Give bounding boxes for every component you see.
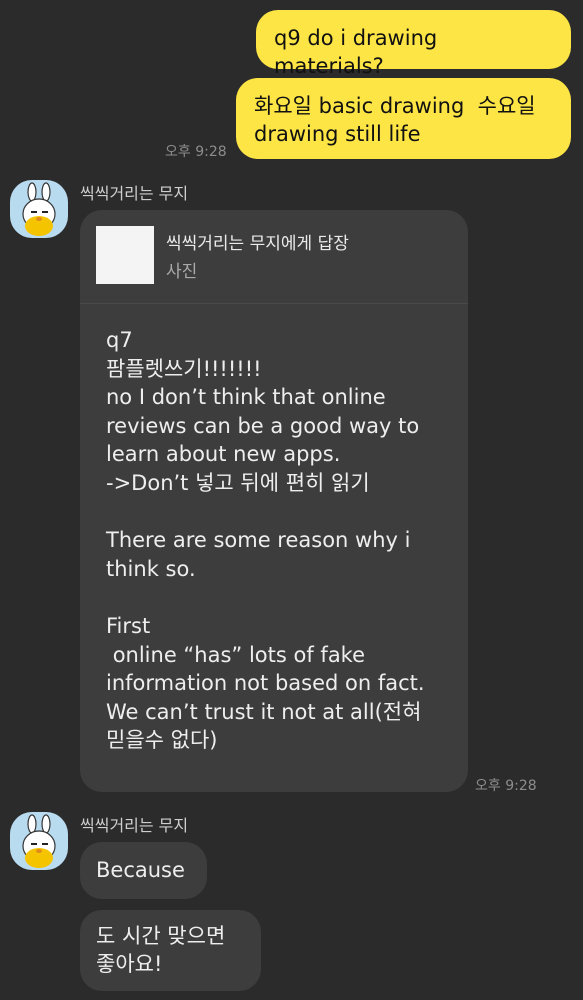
- reply-quote-type: 사진: [166, 262, 198, 282]
- avatar[interactable]: [10, 812, 68, 870]
- outgoing-message[interactable]: q9 do i drawing materials?: [256, 10, 571, 78]
- reply-message-text: q7 팜플렛쓰기!!!!!!! no I don’t think that on…: [106, 328, 425, 753]
- avatar[interactable]: [10, 180, 68, 238]
- message-timestamp: 오후 9:28: [165, 144, 227, 160]
- incoming-message[interactable]: Because: [80, 842, 207, 899]
- reply-quote[interactable]: 씩씩거리는 무지에게 답장 사진: [80, 210, 468, 304]
- reply-quote-title: 씩씩거리는 무지에게 답장: [166, 234, 349, 254]
- incoming-message[interactable]: 도 시간 맞으면 좋아요!: [80, 910, 261, 991]
- message-timestamp: 오후 9:28: [475, 778, 537, 794]
- outgoing-message[interactable]: 화요일 basic drawing 수요일 drawing still life: [236, 78, 571, 159]
- reply-message[interactable]: 씩씩거리는 무지에게 답장 사진 q7 팜플렛쓰기!!!!!!! no I do…: [80, 210, 468, 792]
- photo-thumbnail-icon: [96, 282, 154, 284]
- sender-name: 씩씩거리는 무지: [80, 816, 189, 835]
- sender-name: 씩씩거리는 무지: [80, 184, 189, 203]
- muji-avatar-icon: [22, 182, 56, 236]
- quoted-photo-thumbnail[interactable]: [96, 226, 154, 284]
- muji-avatar-icon: [22, 814, 56, 868]
